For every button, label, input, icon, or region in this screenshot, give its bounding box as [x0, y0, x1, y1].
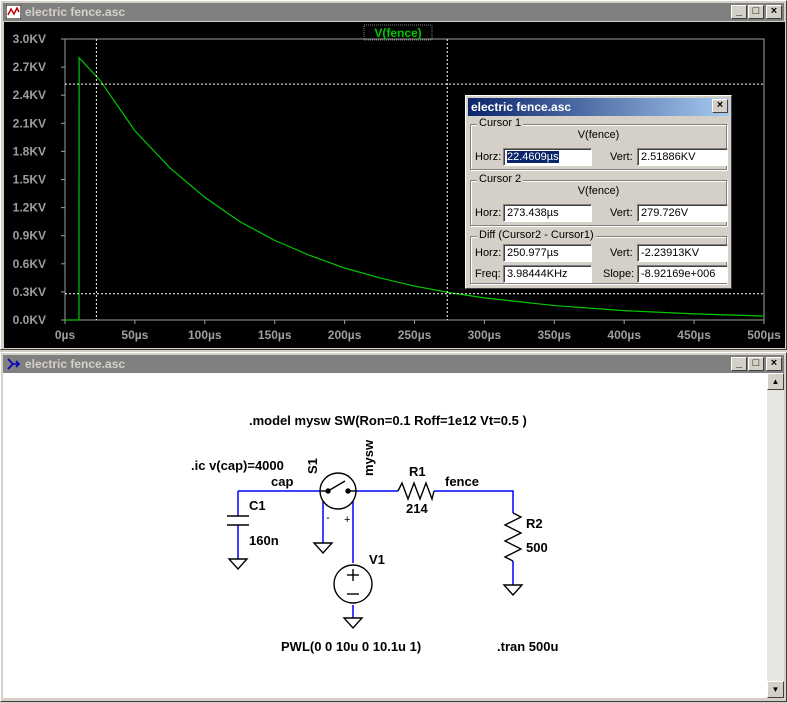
cursor-dialog-close-button[interactable]: ×	[712, 99, 728, 113]
plot-restore-button[interactable]: □	[748, 5, 764, 19]
diff-slope-label: Slope:	[603, 268, 634, 280]
ground-v1	[344, 618, 362, 628]
ground-r2	[504, 585, 522, 595]
y-tick-label: 2.7KV	[13, 60, 46, 74]
v1-name[interactable]: V1	[369, 552, 385, 567]
resistor-r2[interactable]	[505, 513, 521, 561]
diff-label: Diff (Cursor2 - Cursor1)	[477, 229, 596, 241]
r1-name[interactable]: R1	[409, 464, 426, 479]
model-directive[interactable]: .model mysw SW(Ron=0.1 Roff=1e12 Vt=0.5 …	[249, 413, 527, 428]
schematic-vertical-scrollbar[interactable]: ▲ ▼	[767, 373, 784, 698]
ground-s1	[314, 543, 332, 553]
cursor1-signal: V(fence)	[471, 129, 726, 141]
r2-value[interactable]: 500	[526, 540, 548, 555]
schematic-minimize-button[interactable]: _	[731, 357, 747, 371]
diff-group: Diff (Cursor2 - Cursor1) Horz: 250.977µs…	[470, 236, 727, 284]
cursor-dialog-titlebar[interactable]: electric fence.asc	[468, 98, 729, 116]
cursor1-group: Cursor 1 V(fence) Horz: 22.4609µs Vert: …	[470, 124, 727, 170]
r1-value[interactable]: 214	[406, 501, 428, 516]
diff-horz-field[interactable]: 250.977µs	[503, 244, 592, 262]
resistor-r1[interactable]	[398, 483, 434, 499]
x-tick-label: 50µs	[121, 328, 148, 342]
trace-label[interactable]: V(fence)	[374, 26, 421, 40]
y-tick-label: 3.0KV	[13, 32, 46, 46]
net-label-fence[interactable]: fence	[445, 474, 479, 489]
cursor1-horz-field[interactable]: 22.4609µs	[503, 148, 592, 166]
c1-value[interactable]: 160n	[249, 533, 279, 548]
s1-name[interactable]: S1	[305, 458, 320, 474]
schematic-canvas[interactable]: .model mysw SW(Ron=0.1 Roff=1e12 Vt=0.5 …	[3, 373, 767, 698]
y-tick-label: 0.6KV	[13, 257, 46, 271]
cursor1-horz-label: Horz:	[475, 151, 501, 163]
y-tick-label: 2.1KV	[13, 116, 46, 130]
waveform-icon	[6, 5, 21, 19]
wire-fence[interactable]	[434, 491, 513, 513]
ground-c1	[229, 559, 247, 569]
plot-window-title: electric fence.asc	[25, 3, 125, 21]
schematic-drawing[interactable]: .model mysw SW(Ron=0.1 Roff=1e12 Vt=0.5 …	[3, 373, 767, 698]
schematic-icon	[6, 357, 21, 371]
s1-plus-pin: +	[344, 514, 350, 526]
x-tick-label: 100µs	[188, 328, 222, 342]
x-tick-label: 450µs	[677, 328, 711, 342]
x-tick-label: 200µs	[328, 328, 362, 342]
schematic-restore-button[interactable]: □	[748, 357, 764, 371]
y-tick-label: 1.5KV	[13, 173, 46, 187]
net-label-cap[interactable]: cap	[271, 474, 293, 489]
diff-freq-field[interactable]: 3.98444KHz	[503, 265, 592, 283]
cursor2-signal: V(fence)	[471, 185, 726, 197]
plot-close-button[interactable]: ×	[766, 5, 782, 19]
diff-freq-label: Freq:	[475, 268, 501, 280]
scroll-up-button[interactable]: ▲	[767, 373, 784, 390]
y-tick-label: 0.9KV	[13, 229, 46, 243]
diff-vert-label: Vert:	[610, 247, 633, 259]
ic-directive[interactable]: .ic v(cap)=4000	[191, 458, 284, 473]
cursor2-group: Cursor 2 V(fence) Horz: 273.438µs Vert: …	[470, 180, 727, 226]
x-tick-label: 250µs	[398, 328, 432, 342]
diff-vert-field[interactable]: -2.23913KV	[637, 244, 728, 262]
cursor2-vert-label: Vert:	[610, 207, 633, 219]
s1-minus-pin: -	[326, 512, 330, 524]
cursor1-vert-field[interactable]: 2.51886KV	[637, 148, 728, 166]
pwl-directive[interactable]: PWL(0 0 10u 0 10.1u 1)	[281, 639, 421, 654]
diff-horz-label: Horz:	[475, 247, 501, 259]
y-tick-label: 0.3KV	[13, 285, 46, 299]
tran-directive[interactable]: .tran 500u	[497, 639, 558, 654]
y-tick-label: 1.8KV	[13, 144, 46, 158]
y-tick-label: 0.0KV	[13, 313, 46, 327]
x-tick-label: 300µs	[468, 328, 502, 342]
c1-name[interactable]: C1	[249, 498, 266, 513]
scroll-down-button[interactable]: ▼	[767, 681, 784, 698]
cursor1-vert-label: Vert:	[610, 151, 633, 163]
y-tick-label: 2.4KV	[13, 88, 46, 102]
cursor1-label: Cursor 1	[477, 117, 523, 129]
schematic-window-titlebar[interactable]: electric fence.asc _□×	[3, 355, 784, 373]
x-tick-label: 350µs	[537, 328, 571, 342]
x-tick-label: 150µs	[258, 328, 292, 342]
cursor2-label: Cursor 2	[477, 173, 523, 185]
y-tick-label: 1.2KV	[13, 201, 46, 215]
plot-minimize-button[interactable]: _	[731, 5, 747, 19]
schematic-close-button[interactable]: ×	[766, 357, 782, 371]
x-tick-label: 500µs	[747, 328, 781, 342]
plot-window: electric fence.asc _□× 0µs50µs100µs150µs…	[0, 0, 787, 350]
plot-window-titlebar[interactable]: electric fence.asc _□×	[3, 3, 784, 21]
schematic-window-title: electric fence.asc	[25, 355, 125, 373]
cursor2-horz-label: Horz:	[475, 207, 501, 219]
diff-slope-field[interactable]: -8.92169e+006	[637, 265, 728, 283]
r2-name[interactable]: R2	[526, 516, 543, 531]
s1-model[interactable]: mysw	[361, 439, 376, 476]
x-tick-label: 400µs	[607, 328, 641, 342]
cursor-dialog-title: electric fence.asc	[471, 100, 571, 114]
x-tick-label: 0µs	[55, 328, 76, 342]
cursor-dialog: electric fence.asc × Cursor 1 V(fence) H…	[465, 95, 732, 289]
cursor2-vert-field[interactable]: 279.726V	[637, 204, 728, 222]
cursor2-horz-field[interactable]: 273.438µs	[503, 204, 592, 222]
